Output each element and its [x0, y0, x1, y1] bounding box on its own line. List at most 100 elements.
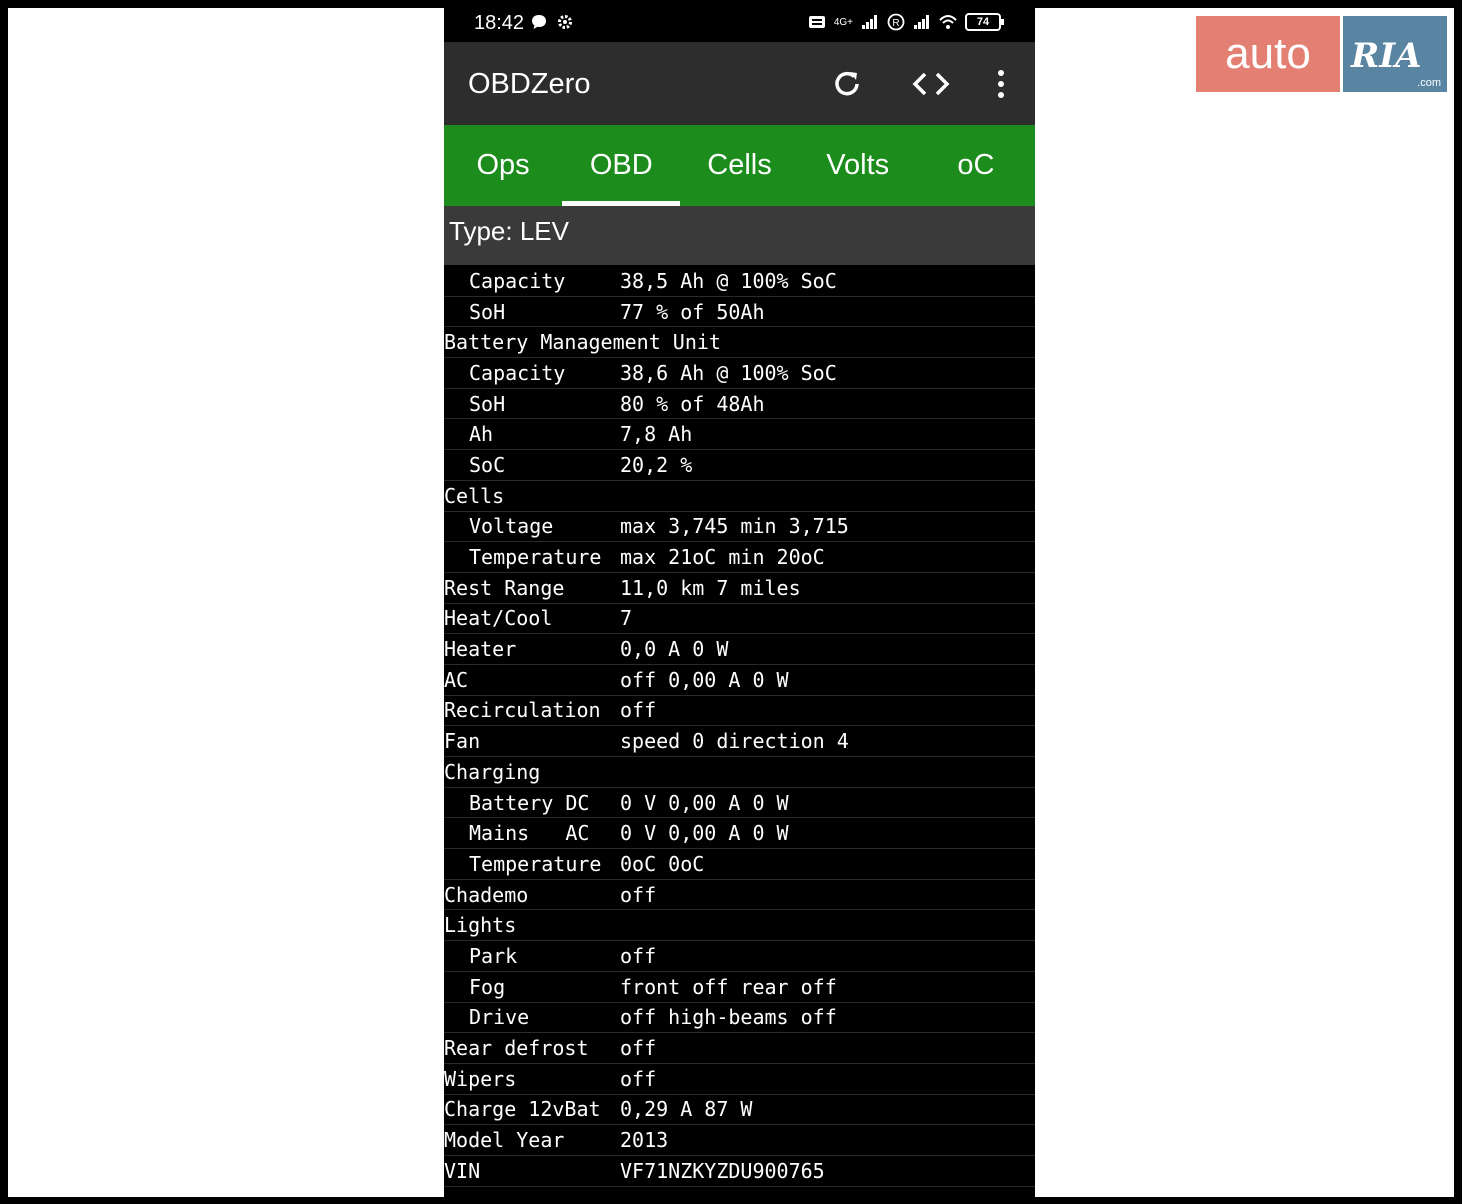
- row-label: Drive: [469, 1005, 530, 1030]
- overflow-menu-button[interactable]: [979, 62, 1023, 106]
- row-value: 20,2 %: [620, 452, 693, 477]
- row-label: SoC: [469, 452, 506, 477]
- row-value: 0oC 0oC: [620, 851, 705, 876]
- vehicle-type-header: Type: LEV: [444, 206, 1035, 265]
- data-row: Fog front off rear off: [444, 972, 1035, 1003]
- row-value: 38,5 Ah @ 100% SoC: [620, 268, 837, 293]
- row-label: Fan: [444, 729, 481, 754]
- outer-frame-left: [8, 8, 444, 1197]
- obd-data-list: Capacity 38,5 Ah @ 100% SoC SoH 77 % of 50A…: [444, 266, 1035, 1187]
- row-label: Wipers: [444, 1066, 517, 1091]
- battery-icon: 74: [965, 13, 1004, 31]
- row-label: Ah: [469, 422, 494, 447]
- row-label: Charge 12vBat: [444, 1097, 601, 1122]
- row-label: Heat/Cool: [444, 606, 553, 631]
- row-value: max 3,745 min 3,715: [620, 514, 849, 539]
- data-row: SoH 80 % of 48Ah: [444, 389, 1035, 420]
- row-value: 0,29 A 87 W: [620, 1097, 753, 1122]
- row-value: max 21oC min 20oC: [620, 545, 825, 570]
- row-value: 77 % of 50Ah: [620, 299, 765, 324]
- row-value: VF71NZKYZDU900765: [620, 1158, 825, 1183]
- row-value: 38,6 Ah @ 100% SoC: [620, 360, 837, 385]
- tab-bar: Ops OBD Cells Volts oC: [444, 125, 1035, 206]
- code-toggle-button[interactable]: [909, 62, 953, 106]
- roaming-r-icon: R: [887, 13, 905, 31]
- data-row: Fan speed 0 direction 4: [444, 726, 1035, 757]
- data-row: SoC 20,2 %: [444, 450, 1035, 481]
- row-value: 0 V 0,00 A 0 W: [620, 821, 789, 846]
- data-row: Rear defrost off: [444, 1033, 1035, 1064]
- data-row: Temperature max 21oC min 20oC: [444, 542, 1035, 573]
- row-value: off: [620, 1036, 657, 1061]
- row-label: Mains AC: [469, 821, 590, 846]
- volte-icon: [808, 16, 825, 28]
- data-row: Chademo off: [444, 880, 1035, 911]
- row-label: Fog: [469, 974, 506, 999]
- row-value: 80 % of 48Ah: [620, 391, 765, 416]
- row-label: Battery DC: [469, 790, 590, 815]
- autoria-watermark: auto RIA .com: [1196, 16, 1447, 92]
- app-bar: OBDZero: [444, 42, 1035, 125]
- row-label: Temperature: [469, 851, 602, 876]
- row-value: 7,8 Ah: [620, 422, 693, 447]
- code-icon: [912, 72, 950, 96]
- row-value: 2013: [620, 1128, 669, 1153]
- status-icons-right: 4G+ R 74: [808, 13, 1004, 31]
- row-label: Park: [469, 943, 518, 968]
- refresh-button[interactable]: [825, 62, 869, 106]
- vehicle-type-label: Type: LEV: [449, 216, 569, 246]
- row-value: off: [620, 882, 657, 907]
- tab-ops[interactable]: Ops: [444, 125, 562, 206]
- row-label: Heater: [444, 637, 517, 662]
- row-value: front off rear off: [620, 974, 837, 999]
- data-row: Wipers off: [444, 1064, 1035, 1095]
- row-label: Voltage: [469, 514, 554, 539]
- tab-cells[interactable]: Cells: [680, 125, 798, 206]
- tab-oc[interactable]: oC: [917, 125, 1035, 206]
- data-row: Drive off high-beams off: [444, 1003, 1035, 1034]
- data-row: Lights: [444, 910, 1035, 942]
- data-row: Rest Range 11,0 km 7 miles: [444, 573, 1035, 604]
- outer-frame-right: [1035, 8, 1454, 1197]
- data-row: Voltage max 3,745 min 3,715: [444, 512, 1035, 543]
- app-title: OBDZero: [468, 68, 591, 100]
- data-row: Ah 7,8 Ah: [444, 419, 1035, 451]
- tab-volts[interactable]: Volts: [799, 125, 917, 206]
- row-label: Capacity: [469, 268, 566, 293]
- data-row: VIN VF71NZKYZDU900765: [444, 1156, 1035, 1187]
- row-label: Recirculation: [444, 698, 601, 723]
- tab-obd[interactable]: OBD: [562, 125, 681, 206]
- row-label: Cells: [444, 483, 505, 508]
- data-row: SoH 77 % of 50Ah: [444, 297, 1035, 328]
- data-row: Temperature 0oC 0oC: [444, 849, 1035, 880]
- watermark-ria-suffix: .com: [1417, 77, 1441, 89]
- row-value: 0 V 0,00 A 0 W: [620, 790, 789, 815]
- status-bar: 18:42 4G+ R 74: [444, 0, 1035, 42]
- row-label: Rear defrost: [444, 1036, 589, 1061]
- row-value: 11,0 km 7 miles: [620, 575, 801, 600]
- data-row: Heater 0,0 A 0 W: [444, 634, 1035, 665]
- row-label: Chademo: [444, 882, 529, 907]
- settings-gear-icon: [558, 15, 572, 29]
- row-label: VIN: [444, 1158, 481, 1183]
- data-row: Battery Management Unit: [444, 327, 1035, 359]
- row-label: Capacity: [469, 360, 566, 385]
- row-label: SoH: [469, 391, 506, 416]
- data-row: Battery DC 0 V 0,00 A 0 W: [444, 788, 1035, 819]
- data-row: Model Year 2013: [444, 1125, 1035, 1156]
- status-time: 18:42: [474, 12, 525, 34]
- data-row: Mains AC 0 V 0,00 A 0 W: [444, 818, 1035, 850]
- row-label: Lights: [444, 913, 517, 938]
- row-value: off: [620, 698, 657, 723]
- data-row: Charge 12vBat 0,29 A 87 W: [444, 1095, 1035, 1126]
- row-value: off high-beams off: [620, 1005, 837, 1030]
- watermark-auto-text: auto: [1196, 16, 1340, 92]
- row-label: SoH: [469, 299, 506, 324]
- data-row: Heat/Cool 7: [444, 604, 1035, 635]
- data-row: Capacity 38,6 Ah @ 100% SoC: [444, 358, 1035, 389]
- watermark-ria-text: RIA: [1351, 36, 1422, 76]
- row-value: 0,0 A 0 W: [620, 637, 729, 662]
- row-label: Model Year: [444, 1128, 565, 1153]
- row-value: speed 0 direction 4: [620, 729, 849, 754]
- signal-strength-icon: [862, 15, 877, 29]
